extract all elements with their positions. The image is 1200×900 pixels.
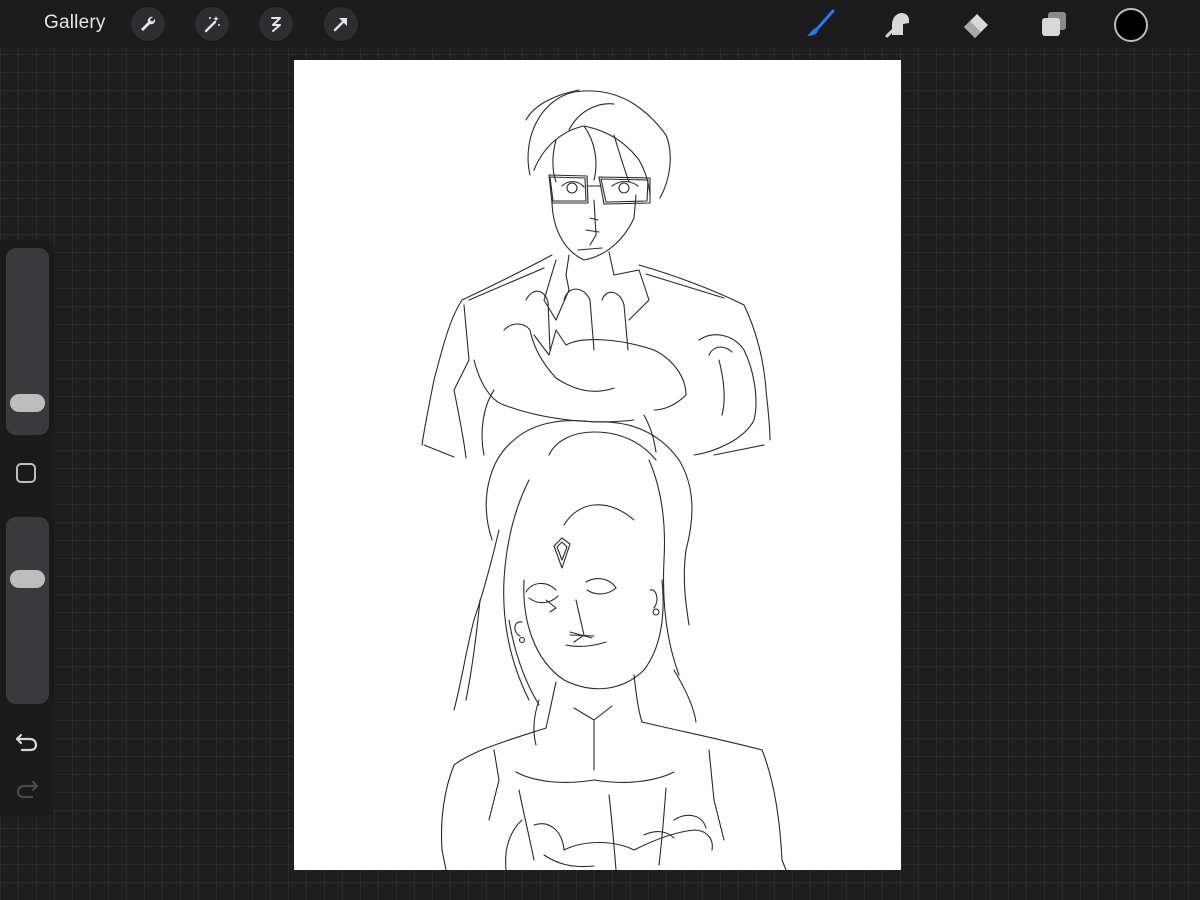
opacity-slider[interactable] [6,517,49,704]
drawing-canvas[interactable] [294,60,901,870]
eraser-icon [964,14,988,38]
layers-icon [1042,12,1066,36]
redo-button[interactable] [14,776,40,802]
magic-wand-icon [204,16,220,33]
layers-button[interactable] [1038,8,1070,40]
adjustments-button[interactable] [195,7,229,41]
smudge-tool-button[interactable] [882,8,914,40]
transform-arrow-icon [333,18,347,32]
opacity-thumb[interactable] [10,570,45,588]
brush-tool-button[interactable] [804,8,836,40]
brush-icon [807,9,835,36]
undo-icon [15,733,38,752]
sketch-drawing [421,89,787,870]
brush-size-slider[interactable] [6,248,49,435]
eraser-tool-button[interactable] [960,8,992,40]
undo-button[interactable] [14,729,40,755]
left-sidebar [0,240,55,816]
modify-button[interactable] [16,463,36,483]
transform-button[interactable] [324,7,358,41]
smudge-icon [885,13,909,38]
redo-icon [16,780,39,799]
color-picker-button[interactable] [1114,8,1148,42]
actions-button[interactable] [131,7,165,41]
top-toolbar: Gallery [0,0,1200,48]
selection-button[interactable] [259,7,293,41]
wrench-icon [141,16,156,31]
brush-size-thumb[interactable] [10,394,45,412]
selection-icon [271,17,281,32]
gallery-button[interactable]: Gallery [44,12,106,34]
